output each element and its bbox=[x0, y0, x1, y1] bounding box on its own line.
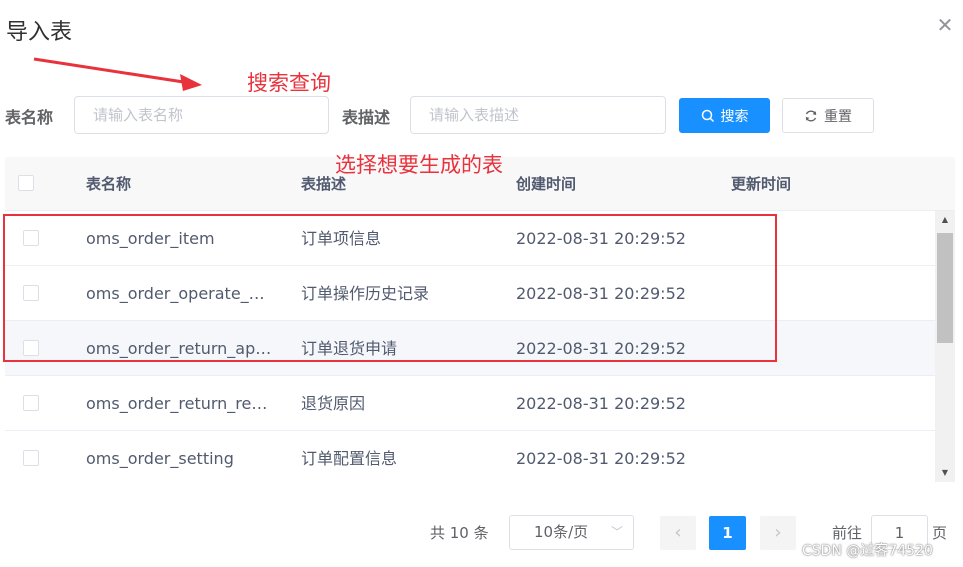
cell-created-time: 2022-08-31 20:29:52 bbox=[516, 394, 686, 413]
table-body: oms_order_item 订单项信息 2022-08-31 20:29:52… bbox=[5, 211, 935, 482]
cell-table-desc: 订单操作历史记录 bbox=[301, 284, 430, 303]
cell-updated-time bbox=[731, 211, 931, 266]
page-number-current[interactable]: 1 bbox=[709, 516, 746, 550]
table-row[interactable]: oms_order_setting 订单配置信息 2022-08-31 20:2… bbox=[5, 431, 935, 482]
table-desc-label: 表描述 bbox=[342, 108, 391, 127]
cell-table-desc: 订单项信息 bbox=[301, 229, 382, 248]
cell-table-name: oms_order_item bbox=[86, 229, 215, 248]
row-checkbox[interactable] bbox=[23, 450, 39, 466]
table-row[interactable]: oms_order_item 订单项信息 2022-08-31 20:29:52 bbox=[5, 211, 935, 266]
table-row[interactable]: oms_order_return_re… 退货原因 2022-08-31 20:… bbox=[5, 376, 935, 431]
refresh-icon bbox=[805, 110, 817, 121]
dialog-title: 导入表 bbox=[6, 20, 73, 45]
reset-button-label: 重置 bbox=[824, 108, 852, 125]
cell-created-time: 2022-08-31 20:29:52 bbox=[516, 229, 686, 248]
row-checkbox[interactable] bbox=[23, 395, 39, 411]
cell-table-desc: 订单退货申请 bbox=[301, 339, 398, 358]
chevron-down-icon: ﹀ bbox=[610, 525, 623, 539]
cell-table-desc: 订单配置信息 bbox=[301, 449, 398, 468]
header-table-name: 表名称 bbox=[86, 175, 132, 193]
reset-button[interactable]: 重置 bbox=[782, 98, 874, 133]
row-checkbox[interactable] bbox=[23, 285, 39, 301]
cell-created-time: 2022-08-31 20:29:52 bbox=[516, 339, 686, 358]
cell-created-time: 2022-08-31 20:29:52 bbox=[516, 449, 686, 468]
cell-table-name: oms_order_return_ap… bbox=[86, 339, 272, 358]
scroll-up-icon[interactable]: ▲ bbox=[935, 213, 955, 227]
goto-suffix: 页 bbox=[932, 524, 948, 542]
page-size-value: 10条/页 bbox=[534, 523, 589, 541]
table-name-input[interactable] bbox=[74, 96, 329, 134]
scroll-thumb[interactable] bbox=[937, 233, 953, 343]
cell-updated-time bbox=[731, 431, 931, 482]
cell-updated-time bbox=[731, 376, 931, 431]
table-row[interactable]: oms_order_operate_… 订单操作历史记录 2022-08-31 … bbox=[5, 266, 935, 321]
cell-table-desc: 退货原因 bbox=[301, 394, 366, 413]
annotation-arrow bbox=[33, 57, 202, 91]
cell-updated-time bbox=[731, 321, 931, 376]
next-page-button[interactable]: › bbox=[760, 516, 796, 550]
header-updated-time: 更新时间 bbox=[731, 175, 792, 193]
search-button[interactable]: 搜索 bbox=[679, 98, 770, 133]
select-annotation: 选择想要生成的表 bbox=[335, 153, 503, 177]
table-name-label: 表名称 bbox=[5, 108, 54, 127]
page-size-select[interactable]: 10条/页 ﹀ bbox=[509, 515, 634, 550]
search-icon bbox=[701, 109, 714, 122]
scroll-down-icon[interactable]: ▼ bbox=[935, 466, 955, 480]
cell-table-name: oms_order_return_re… bbox=[86, 394, 268, 413]
close-icon[interactable]: ✕ bbox=[935, 15, 955, 35]
cell-table-name: oms_order_setting bbox=[86, 449, 234, 468]
table-scrollbar[interactable]: ▲ ▼ bbox=[935, 211, 955, 482]
cell-created-time: 2022-08-31 20:29:52 bbox=[516, 284, 686, 303]
row-checkbox[interactable] bbox=[23, 230, 39, 246]
table-desc-input[interactable] bbox=[410, 96, 666, 134]
prev-page-button[interactable]: ‹ bbox=[660, 516, 696, 550]
select-all-checkbox[interactable] bbox=[18, 175, 34, 191]
watermark: CSDN @过客74520 bbox=[802, 543, 933, 559]
cell-table-name: oms_order_operate_… bbox=[86, 284, 265, 303]
table-list: 表名称 表描述 创建时间 更新时间 oms_order_item 订单项信息 2… bbox=[5, 157, 955, 482]
cell-updated-time bbox=[731, 266, 931, 321]
header-created-time: 创建时间 bbox=[516, 175, 577, 193]
pagination-total: 共 10 条 bbox=[430, 524, 489, 542]
table-row[interactable]: oms_order_return_ap… 订单退货申请 2022-08-31 2… bbox=[5, 321, 935, 376]
row-checkbox[interactable] bbox=[23, 340, 39, 356]
search-button-label: 搜索 bbox=[720, 108, 749, 125]
search-annotation: 搜索查询 bbox=[247, 71, 331, 95]
